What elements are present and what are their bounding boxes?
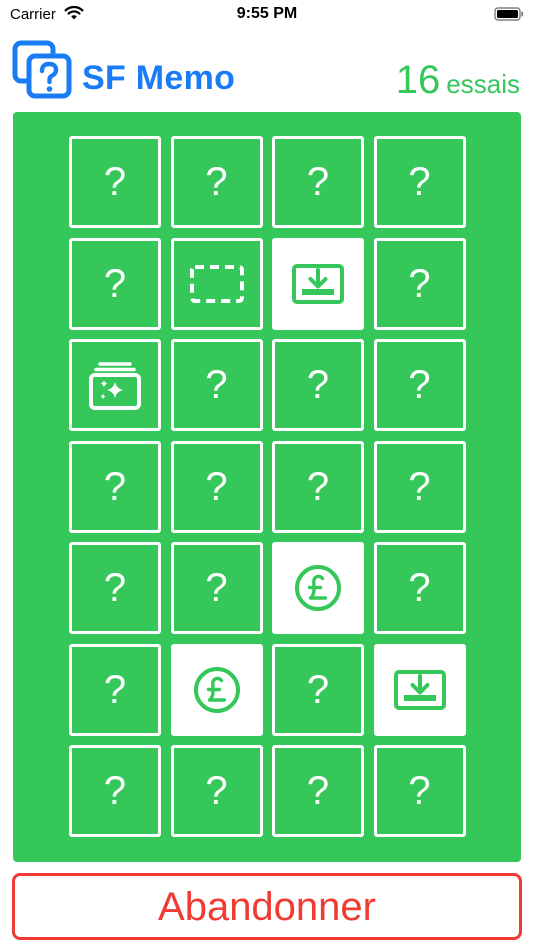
memory-card[interactable]: ?	[272, 339, 364, 431]
memory-card[interactable]	[170, 237, 263, 330]
memory-card[interactable]: ?	[170, 136, 263, 228]
question-mark: ?	[103, 769, 127, 813]
memory-card[interactable]: ?	[272, 643, 364, 736]
question-mark: ?	[103, 261, 127, 306]
abandon-button[interactable]: Abandonner	[12, 873, 522, 940]
memory-card[interactable]	[373, 643, 466, 736]
question-mark: ?	[408, 363, 431, 407]
question-mark: ?	[306, 769, 330, 813]
photo-stack-sparkle-icon	[89, 362, 141, 410]
memory-card[interactable]	[272, 542, 364, 634]
question-mark: ?	[205, 566, 228, 610]
download-tray-icon	[393, 669, 446, 710]
memory-card[interactable]: ?	[69, 643, 161, 736]
question-mark: ?	[306, 160, 330, 204]
memory-card[interactable]: ?	[69, 542, 161, 634]
question-mark: ?	[408, 261, 431, 306]
memory-card[interactable]: ?	[373, 339, 466, 431]
memory-card[interactable]: ?	[272, 136, 364, 228]
memory-card[interactable]	[272, 237, 364, 330]
memory-card[interactable]: ?	[272, 745, 364, 837]
question-mark: ?	[103, 160, 127, 204]
question-mark: ?	[103, 667, 127, 712]
clock: 9:55 PM	[236, 5, 298, 22]
memory-card[interactable]: ?	[69, 237, 161, 330]
question-mark: ?	[205, 363, 228, 407]
question-mark: ?	[306, 464, 330, 509]
question-mark: ?	[205, 769, 228, 813]
memory-card[interactable]: ?	[69, 745, 161, 837]
memory-card[interactable]	[170, 643, 263, 736]
tries-label: essais	[446, 69, 520, 99]
question-mark: ?	[103, 566, 127, 610]
question-mark: ?	[103, 464, 127, 509]
memory-card[interactable]: ?	[170, 339, 263, 431]
question-mark: ?	[306, 667, 330, 712]
question-mark: ?	[205, 160, 228, 204]
battery-icon	[494, 7, 524, 21]
memory-card[interactable]: ?	[170, 542, 263, 634]
memory-card[interactable]: ?	[272, 440, 364, 533]
memory-card[interactable]	[69, 339, 161, 431]
question-mark: ?	[205, 464, 228, 509]
memory-card[interactable]: ?	[170, 440, 263, 533]
memory-card[interactable]: ?	[69, 136, 161, 228]
memory-card[interactable]: ?	[373, 542, 466, 634]
question-mark: ?	[306, 363, 330, 407]
download-tray-icon	[292, 263, 344, 304]
tries-count: 16	[395, 58, 441, 102]
memory-card[interactable]: ?	[373, 136, 466, 228]
question-mark: ?	[408, 464, 431, 509]
app-logo-icon	[12, 40, 72, 99]
status-bar: Carrier 9:55 PM	[0, 0, 534, 30]
pound-circle-icon	[295, 565, 341, 611]
app-title: SF Memo	[82, 59, 236, 97]
game-board: ????? ? ????????? ?? ? ????	[13, 112, 521, 862]
question-mark: ?	[408, 160, 431, 204]
tries-counter: 16 essais	[396, 58, 520, 106]
memory-card[interactable]: ?	[373, 237, 466, 330]
memory-card[interactable]: ?	[69, 440, 161, 533]
dashed-rectangle-icon	[189, 264, 244, 303]
question-mark: ?	[408, 566, 431, 610]
memory-card[interactable]: ?	[373, 745, 466, 837]
memory-card[interactable]: ?	[373, 440, 466, 533]
memory-card[interactable]: ?	[170, 745, 263, 837]
pound-circle-icon	[193, 666, 240, 713]
question-mark: ?	[408, 769, 431, 813]
